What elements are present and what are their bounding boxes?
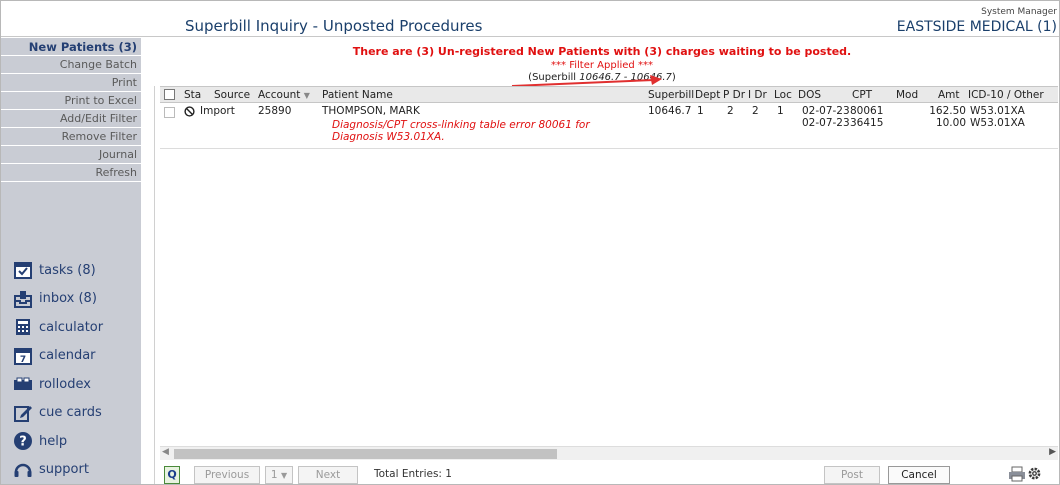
tool-inbox[interactable]: inbox (8) bbox=[1, 285, 141, 314]
row-i-dr: 2 bbox=[752, 105, 759, 117]
row-dos-1: 02-07-23 bbox=[802, 105, 850, 117]
row-icd-2: W53.01XA bbox=[970, 117, 1025, 129]
header-bar: Superbill Inquiry - Unposted Procedures … bbox=[1, 1, 1059, 37]
page-select[interactable]: 1 ▼ bbox=[265, 466, 293, 484]
col-mod[interactable]: Mod bbox=[896, 89, 918, 101]
unregistered-notice: There are (3) Un-registered New Patients… bbox=[352, 45, 852, 58]
row-account: 25890 bbox=[258, 105, 292, 117]
calendar-icon: 7 bbox=[14, 347, 32, 365]
sidebar-item-refresh[interactable]: Refresh bbox=[1, 164, 141, 182]
col-loc[interactable]: Loc bbox=[774, 89, 792, 101]
svg-text:7: 7 bbox=[20, 355, 26, 365]
row-cpt-1: 80061 bbox=[850, 105, 884, 117]
sidebar-item-journal[interactable]: Journal bbox=[1, 146, 141, 164]
tool-calculator-label: calculator bbox=[39, 319, 104, 335]
range-suffix: ) bbox=[671, 72, 676, 83]
col-cpt[interactable]: CPT bbox=[852, 89, 872, 101]
sidebar-item-print[interactable]: Print bbox=[1, 74, 141, 92]
row-source: Import bbox=[200, 105, 235, 117]
tool-inbox-label: inbox (8) bbox=[39, 291, 97, 307]
scrollbar-thumb[interactable] bbox=[174, 449, 557, 459]
tool-help-label: help bbox=[39, 433, 68, 449]
row-dos-2: 02-07-23 bbox=[802, 117, 850, 129]
tasks-icon bbox=[14, 262, 32, 280]
sidebar-item-print-excel[interactable]: Print to Excel bbox=[1, 92, 141, 110]
support-icon bbox=[14, 463, 32, 477]
col-p-dr[interactable]: P Dr bbox=[723, 89, 745, 101]
page-number: 1 bbox=[270, 469, 278, 481]
post-button[interactable]: Post bbox=[824, 466, 880, 484]
col-superbill[interactable]: Superbill bbox=[648, 89, 694, 101]
row-loc: 1 bbox=[777, 105, 784, 117]
footer-bar: Q Previous 1 ▼ Next Total Entries: 1 Pos… bbox=[160, 466, 1058, 484]
tool-cue-cards[interactable]: cue cards bbox=[1, 399, 141, 428]
no-entry-icon bbox=[184, 106, 195, 117]
tool-rollodex[interactable]: rollodex bbox=[1, 370, 141, 399]
sidebar-item-change-batch[interactable]: Change Batch bbox=[1, 56, 141, 74]
col-dos[interactable]: DOS bbox=[798, 89, 821, 101]
tool-rollodex-label: rollodex bbox=[39, 376, 91, 392]
chevron-down-icon: ▼ bbox=[280, 471, 288, 480]
filter-applied-label: *** Filter Applied *** bbox=[551, 60, 653, 71]
col-dept[interactable]: Dept bbox=[695, 89, 720, 101]
col-source[interactable]: Source bbox=[214, 89, 250, 101]
total-entries: Total Entries: 1 bbox=[374, 468, 452, 480]
tool-tasks-label: tasks (8) bbox=[39, 262, 96, 278]
tool-support[interactable]: support bbox=[1, 456, 141, 485]
previous-button[interactable]: Previous bbox=[194, 466, 260, 484]
tool-calculator[interactable]: calculator bbox=[1, 313, 141, 342]
col-sta[interactable]: Sta bbox=[184, 89, 201, 101]
row-cpt-2: 36415 bbox=[850, 117, 884, 129]
calculator-icon bbox=[16, 319, 30, 336]
row-superbill: 10646.7 bbox=[648, 105, 692, 117]
col-patient-name[interactable]: Patient Name bbox=[322, 89, 393, 101]
sidebar-item-add-edit-filter[interactable]: Add/Edit Filter bbox=[1, 110, 141, 128]
next-button[interactable]: Next bbox=[298, 466, 358, 484]
tool-cue-cards-label: cue cards bbox=[39, 405, 102, 421]
row-p-dr: 2 bbox=[727, 105, 734, 117]
select-all-checkbox[interactable] bbox=[164, 89, 175, 100]
horizontal-scrollbar[interactable]: ◀ ▶ bbox=[160, 446, 1058, 460]
svg-text:?: ? bbox=[19, 435, 27, 450]
page-title: Superbill Inquiry - Unposted Procedures bbox=[185, 17, 483, 35]
col-icd[interactable]: ICD-10 / Other bbox=[968, 89, 1044, 101]
gear-icon[interactable] bbox=[1027, 466, 1042, 481]
panel-divider bbox=[154, 86, 155, 484]
sidebar: New Patients (3) Change Batch Print Prin… bbox=[1, 38, 141, 484]
tool-tasks[interactable]: tasks (8) bbox=[1, 256, 141, 285]
sidebar-item-remove-filter[interactable]: Remove Filter bbox=[1, 128, 141, 146]
table-row[interactable]: Import 25890 THOMPSON, MARK Diagnosis/CP… bbox=[160, 104, 1058, 149]
main-panel: There are (3) Un-registered New Patients… bbox=[146, 38, 1058, 484]
table-header: Sta Source Account ▼ Patient Name Superb… bbox=[160, 86, 1058, 103]
help-icon: ? bbox=[14, 432, 32, 451]
scroll-right-icon[interactable]: ▶ bbox=[1049, 447, 1056, 457]
print-icon[interactable] bbox=[1008, 466, 1026, 482]
sidebar-item-new-patients[interactable]: New Patients (3) bbox=[1, 38, 141, 56]
tool-help[interactable]: ? help bbox=[1, 427, 141, 456]
user-role-label: System Manager bbox=[981, 7, 1057, 17]
sort-down-icon: ▼ bbox=[303, 91, 310, 100]
tool-calendar[interactable]: 7 calendar bbox=[1, 342, 141, 371]
tools-list: tasks (8) inbox (8) calculator 7 calenda… bbox=[1, 256, 141, 484]
row-error-message: Diagnosis/CPT cross-linking table error … bbox=[332, 119, 590, 143]
row-amt-2: 10.00 bbox=[935, 117, 966, 129]
col-account[interactable]: Account ▼ bbox=[258, 89, 310, 101]
row-icd-1: W53.01XA bbox=[970, 105, 1025, 117]
scroll-left-icon[interactable]: ◀ bbox=[162, 447, 169, 457]
inbox-icon bbox=[14, 290, 32, 308]
clinic-name: EASTSIDE MEDICAL (1) bbox=[896, 19, 1057, 35]
row-amt-1: 162.50 bbox=[929, 105, 966, 117]
rollodex-icon bbox=[14, 377, 32, 391]
row-checkbox[interactable] bbox=[164, 107, 175, 118]
col-i-dr[interactable]: I Dr bbox=[748, 89, 767, 101]
col-amt[interactable]: Amt bbox=[938, 89, 960, 101]
col-account-label: Account bbox=[258, 89, 301, 101]
tool-calendar-label: calendar bbox=[39, 348, 96, 364]
quick-search-button[interactable]: Q bbox=[164, 466, 180, 484]
cancel-button[interactable]: Cancel bbox=[888, 466, 950, 484]
cue-cards-icon bbox=[14, 405, 32, 422]
row-dept: 1 bbox=[697, 105, 704, 117]
tool-support-label: support bbox=[39, 462, 89, 478]
row-patient-name[interactable]: THOMPSON, MARK bbox=[322, 105, 420, 117]
